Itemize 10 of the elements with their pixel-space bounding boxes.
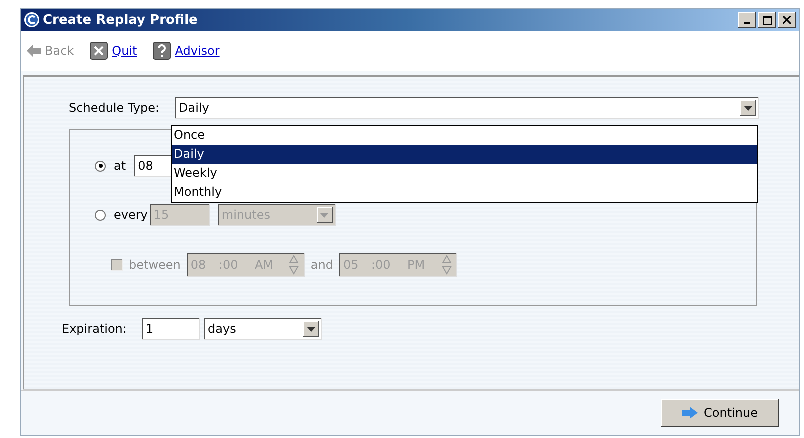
checkbox-label: between	[129, 258, 181, 272]
link-label: Quit	[112, 44, 138, 58]
radio-label: at	[114, 159, 126, 173]
and-label: and	[310, 258, 334, 272]
radio-label: every	[114, 208, 148, 222]
field-label: Schedule Type:	[69, 101, 161, 115]
field-label: Expiration:	[62, 322, 128, 336]
link-label: Advisor	[175, 44, 220, 58]
link-label: Back	[45, 44, 74, 58]
window-title: Create Replay Profile	[43, 12, 198, 28]
